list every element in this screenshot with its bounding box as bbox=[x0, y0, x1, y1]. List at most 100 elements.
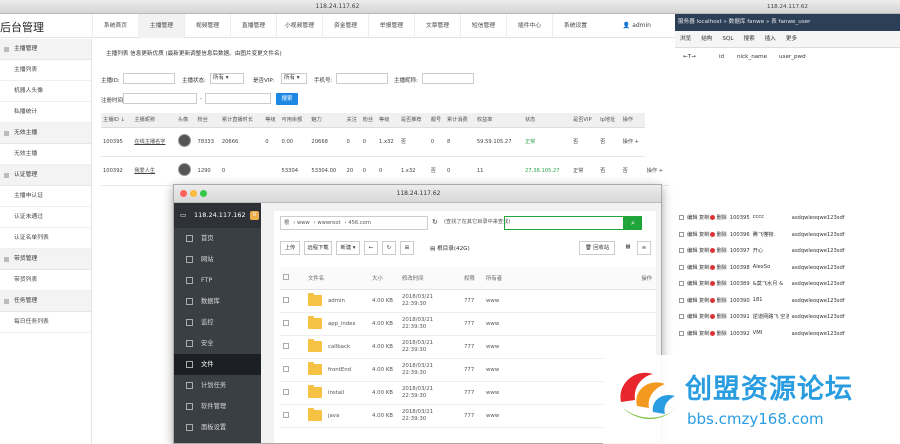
bt-menu-item[interactable]: 网站 bbox=[174, 249, 261, 270]
file-row[interactable]: java 4.00 KB 2018/03/21 22:39:30 777 www bbox=[280, 404, 656, 428]
file-checkbox[interactable] bbox=[283, 388, 289, 395]
db-tool-tab[interactable]: 搜索 bbox=[738, 31, 759, 47]
row-checkbox[interactable] bbox=[679, 215, 684, 220]
sidebar-group[interactable]: 带货管理 bbox=[0, 249, 91, 270]
edit-link[interactable]: 编辑 bbox=[687, 280, 697, 287]
nav-item[interactable]: 插件中心 bbox=[506, 14, 552, 38]
sidebar-item[interactable]: 机器人头像 bbox=[0, 81, 91, 102]
file-row[interactable]: callback 4.00 KB 2018/03/21 22:39:30 777 www bbox=[280, 335, 656, 359]
file-checkbox[interactable] bbox=[283, 365, 289, 372]
row-action-link[interactable]: 操作 + bbox=[620, 127, 645, 157]
delete-link[interactable]: 删除 bbox=[716, 264, 726, 271]
row-checkbox[interactable] bbox=[679, 248, 684, 253]
nick-input[interactable] bbox=[422, 73, 474, 84]
db-tool-tab[interactable]: 结构 bbox=[696, 31, 717, 47]
nav-item[interactable]: 系统设置 bbox=[552, 14, 598, 38]
file-row[interactable]: frontEnd 4.00 KB 2018/03/21 22:39:30 777 www bbox=[280, 358, 656, 382]
anchor-id-input[interactable] bbox=[123, 73, 175, 84]
bt-menu-item[interactable]: 面板设置 bbox=[174, 417, 261, 438]
path-bar[interactable]: 根 › www › wwwroot › 456.com bbox=[280, 216, 428, 230]
col-owner[interactable]: 所有者 bbox=[486, 267, 636, 290]
db-col-id[interactable]: id bbox=[719, 54, 724, 60]
nav-item[interactable]: 系统首页 bbox=[92, 14, 138, 38]
search-button[interactable]: 搜索 bbox=[276, 93, 298, 105]
edit-link[interactable]: 编辑 bbox=[687, 247, 697, 254]
sidebar-item[interactable]: 私播统计 bbox=[0, 102, 91, 123]
grid-view-icon[interactable]: ▦ bbox=[621, 241, 635, 255]
upload-button[interactable]: 上传 bbox=[280, 241, 300, 255]
path-segment[interactable]: 456.com bbox=[348, 220, 371, 226]
edit-link[interactable]: 编辑 bbox=[687, 297, 697, 304]
notification-badge[interactable]: 0 bbox=[250, 211, 259, 220]
col-mtime[interactable]: 修改时间 bbox=[402, 267, 464, 290]
path-segment[interactable]: wwwroot bbox=[317, 220, 340, 226]
db-tool-tab[interactable]: 浏览 bbox=[675, 31, 696, 47]
bt-menu-item[interactable]: 安全 bbox=[174, 333, 261, 354]
recycle-bin-button[interactable]: 🗑 回收站 bbox=[579, 241, 615, 255]
row-checkbox[interactable] bbox=[679, 231, 684, 237]
nav-item[interactable]: 直播管理 bbox=[230, 14, 276, 38]
path-segment[interactable]: www bbox=[297, 220, 310, 226]
sidebar-item[interactable]: 每日任务列表 bbox=[0, 312, 91, 333]
search-icon[interactable]: ⌕ bbox=[624, 216, 642, 230]
select-all-checkbox[interactable] bbox=[283, 273, 289, 280]
file-checkbox[interactable] bbox=[283, 342, 289, 349]
file-name-cell[interactable]: install bbox=[308, 381, 372, 405]
db-tool-tab[interactable]: 插入 bbox=[760, 31, 781, 47]
list-view-icon[interactable]: ≡ bbox=[637, 241, 651, 255]
delete-link[interactable]: 删除 bbox=[716, 313, 726, 320]
sidebar-item[interactable]: 认证名单列表 bbox=[0, 228, 91, 249]
copy-link[interactable]: 复制 bbox=[699, 264, 709, 271]
copy-link[interactable]: 复制 bbox=[699, 330, 709, 337]
file-row[interactable]: app_index 4.00 KB 2018/03/21 22:39:30 777 ww… bbox=[280, 312, 656, 336]
edit-link[interactable]: 编辑 bbox=[687, 214, 697, 221]
sidebar-item[interactable]: 主播列表 bbox=[0, 60, 91, 81]
sidebar-group[interactable]: 主播管理 bbox=[0, 39, 91, 60]
time-end-input[interactable] bbox=[205, 93, 271, 104]
row-checkbox[interactable] bbox=[679, 314, 684, 319]
delete-link[interactable]: 删除 bbox=[716, 297, 726, 304]
remote-download-button[interactable]: 远程下载 bbox=[304, 241, 332, 255]
edit-link[interactable]: 编辑 bbox=[687, 330, 697, 337]
back-icon[interactable]: ← bbox=[364, 241, 378, 255]
delete-link[interactable]: 删除 bbox=[716, 330, 726, 337]
db-tool-tab[interactable]: 更多 bbox=[781, 31, 802, 47]
copy-link[interactable]: 复制 bbox=[699, 247, 709, 254]
bt-menu-item[interactable]: 文件 bbox=[174, 354, 261, 375]
file-name-cell[interactable]: callback bbox=[308, 335, 372, 359]
copy-link[interactable]: 复制 bbox=[699, 231, 709, 238]
edit-link[interactable]: 编辑 bbox=[687, 313, 697, 320]
reload-icon[interactable]: ↻ bbox=[382, 241, 396, 255]
col-filename[interactable]: 文件名 bbox=[308, 267, 372, 290]
file-search-input[interactable] bbox=[504, 216, 624, 230]
nav-item[interactable]: 小视频管理 bbox=[276, 14, 322, 38]
new-button[interactable]: 新建 ▾ bbox=[336, 241, 360, 255]
copy-link[interactable]: 复制 bbox=[699, 214, 709, 221]
file-row[interactable]: admin 4.00 KB 2018/03/21 22:39:30 777 www bbox=[280, 289, 656, 313]
sidebar-group[interactable]: 认证管理 bbox=[0, 165, 91, 186]
time-start-input[interactable] bbox=[123, 93, 197, 104]
delete-link[interactable]: 删除 bbox=[716, 247, 726, 254]
path-segment[interactable]: 根 bbox=[284, 220, 289, 226]
nav-item[interactable]: 视频管理 bbox=[184, 14, 230, 38]
sidebar-item[interactable]: 主播申认证 bbox=[0, 186, 91, 207]
edit-link[interactable]: 编辑 bbox=[687, 264, 697, 271]
status-select[interactable]: 所有 ▾ bbox=[210, 73, 244, 84]
bt-menu-item[interactable]: 计划任务 bbox=[174, 375, 261, 396]
phone-input[interactable] bbox=[336, 73, 388, 84]
sidebar-item[interactable]: 认证未通过 bbox=[0, 207, 91, 228]
file-checkbox[interactable] bbox=[283, 296, 289, 303]
row-checkbox[interactable] bbox=[679, 330, 684, 336]
row-checkbox[interactable] bbox=[679, 264, 684, 270]
bt-menu-item[interactable]: 监控 bbox=[174, 312, 261, 333]
db-tool-tab[interactable]: SQL bbox=[717, 31, 738, 47]
delete-link[interactable]: 删除 bbox=[716, 214, 726, 221]
nav-item[interactable]: 资金管理 bbox=[322, 14, 368, 38]
file-checkbox[interactable] bbox=[283, 319, 289, 326]
db-col-pwd[interactable]: user_pwd bbox=[779, 54, 806, 60]
table-cell[interactable]: 我爱人生 bbox=[132, 156, 176, 186]
col-size[interactable]: 大小 bbox=[372, 267, 402, 290]
table-cell[interactable]: 在线主播名字 bbox=[132, 127, 176, 157]
file-name-cell[interactable]: frontEnd bbox=[308, 358, 372, 382]
bt-menu-item[interactable]: 数据库 bbox=[174, 291, 261, 312]
